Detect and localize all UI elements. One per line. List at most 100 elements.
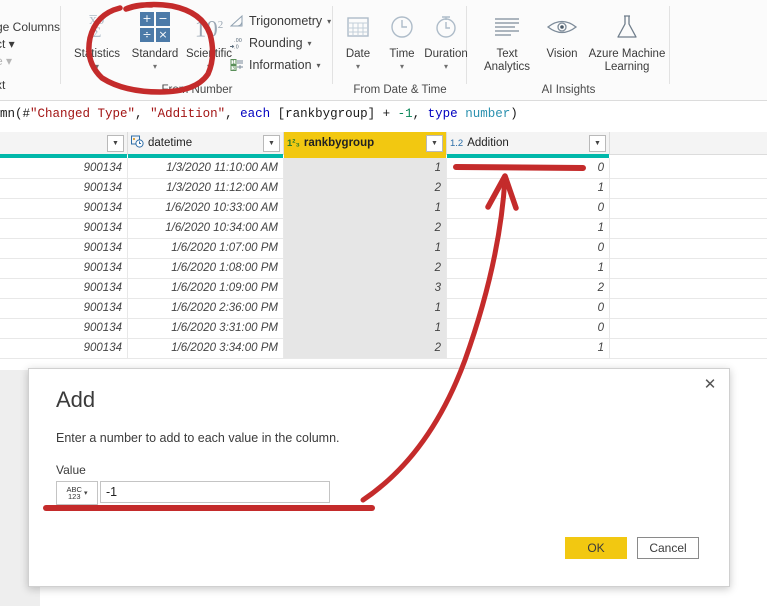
cell-datetime[interactable]: 1/3/2020 11:10:00 AM	[128, 158, 284, 178]
cell-rankbygroup[interactable]: 3	[284, 278, 447, 298]
cell-index[interactable]: 900134	[0, 178, 128, 198]
ribbon: ge Columns ct ▾ e ▾ xt From Number x̅σΣ …	[0, 0, 767, 101]
cell-index[interactable]: 900134	[0, 298, 128, 318]
cell-rankbygroup[interactable]: 1	[284, 158, 447, 178]
rounding-button[interactable]: .00.0 Rounding ▾	[230, 33, 312, 53]
cell-Addition[interactable]: 2	[447, 278, 610, 298]
date-button[interactable]: Date ▾	[336, 6, 380, 72]
azure-machine-learning-button[interactable]: Azure Machine Learning	[586, 6, 668, 74]
table-row[interactable]: 900134 1/6/2020 3:31:00 PM 1 0	[0, 318, 767, 339]
trigonometry-button[interactable]: Trigonometry ▾	[230, 11, 331, 31]
cell-datetime[interactable]: 1/6/2020 2:36:00 PM	[128, 298, 284, 318]
date-caret-icon[interactable]: ▾	[336, 62, 380, 72]
cell-rankbygroup[interactable]: 2	[284, 258, 447, 278]
cell-Addition[interactable]: 0	[447, 198, 610, 218]
value-input[interactable]	[100, 481, 330, 503]
ok-button[interactable]: OK	[565, 537, 627, 559]
cell-datetime[interactable]: 1/6/2020 10:34:00 AM	[128, 218, 284, 238]
cell-datetime[interactable]: 1/6/2020 3:31:00 PM	[128, 318, 284, 338]
column-filter-dropdown-icon[interactable]: ▼	[107, 134, 124, 152]
column-header-label: Addition	[467, 137, 509, 149]
column-header-index[interactable]: ▼	[0, 132, 128, 154]
statistics-button[interactable]: x̅σ Σ Statistics ▾	[64, 6, 130, 72]
op-multiply-icon: ×	[156, 28, 170, 42]
formula-segment-11: number	[465, 107, 511, 121]
clip-select-columns[interactable]: ct ▾	[0, 37, 15, 51]
text-analytics-button[interactable]: Text Analytics	[478, 6, 536, 74]
table-row[interactable]: 900134 1/6/2020 3:34:00 PM 2 1	[0, 338, 767, 359]
cell-Addition[interactable]: 0	[447, 298, 610, 318]
svg-text:.0: .0	[234, 45, 239, 51]
rounding-caret-icon[interactable]: ▾	[308, 39, 312, 48]
cell-index[interactable]: 900134	[0, 318, 128, 338]
column-header-label: datetime	[148, 137, 193, 149]
trigonometry-label: Trigonometry	[249, 14, 323, 28]
cell-index[interactable]: 900134	[0, 258, 128, 278]
cell-rankbygroup[interactable]: 1	[284, 298, 447, 318]
cell-rankbygroup[interactable]: 2	[284, 338, 447, 358]
cell-index[interactable]: 900134	[0, 238, 128, 258]
cell-rankbygroup[interactable]: 1	[284, 198, 447, 218]
data-type-selector[interactable]: ABC 123 ▾	[56, 481, 98, 505]
duration-caret-icon[interactable]: ▾	[424, 62, 468, 72]
cell-Addition[interactable]: 0	[447, 238, 610, 258]
cell-datetime[interactable]: 1/6/2020 3:34:00 PM	[128, 338, 284, 358]
column-header-datetime[interactable]: datetime ▼	[128, 132, 284, 154]
cell-datetime[interactable]: 1/3/2020 11:12:00 AM	[128, 178, 284, 198]
column-header-Addition[interactable]: 1.2 Addition ▼	[447, 132, 610, 154]
time-button[interactable]: Time ▾	[380, 6, 424, 72]
cell-datetime[interactable]: 1/6/2020 10:33:00 AM	[128, 198, 284, 218]
cell-index[interactable]: 900134	[0, 338, 128, 358]
trigonometry-caret-icon[interactable]: ▾	[327, 17, 331, 26]
cell-Addition[interactable]: 0	[447, 158, 610, 178]
table-row[interactable]: 900134 1/3/2020 11:10:00 AM 1 0	[0, 158, 767, 179]
formula-bar[interactable]: mn(#"Changed Type", "Addition", each [ra…	[0, 101, 767, 133]
text-analytics-icon	[478, 6, 536, 48]
information-button[interactable]: 13 Information ▾	[230, 55, 321, 75]
time-caret-icon[interactable]: ▾	[380, 62, 424, 72]
cell-rankbygroup[interactable]: 2	[284, 218, 447, 238]
statistics-caret-icon[interactable]: ▾	[64, 62, 130, 72]
vision-button[interactable]: Vision	[538, 6, 586, 61]
cell-rankbygroup[interactable]: 2	[284, 178, 447, 198]
cell-index[interactable]: 900134	[0, 218, 128, 238]
cell-datetime[interactable]: 1/6/2020 1:08:00 PM	[128, 258, 284, 278]
table-row[interactable]: 900134 1/6/2020 2:36:00 PM 1 0	[0, 298, 767, 319]
close-icon[interactable]: ✕	[697, 373, 723, 395]
table-row[interactable]: 900134 1/3/2020 11:12:00 AM 2 1	[0, 178, 767, 199]
information-label: Information	[249, 58, 312, 72]
column-filter-dropdown-icon[interactable]: ▼	[589, 134, 606, 152]
ribbon-separator-2	[332, 6, 333, 84]
information-caret-icon[interactable]: ▾	[317, 61, 321, 70]
cell-rankbygroup[interactable]: 1	[284, 318, 447, 338]
grid-header-row: ▼ datetime ▼ 1²₃ rankbygroup ▼ 1.2 Addition ▼	[0, 132, 767, 155]
cell-index[interactable]: 900134	[0, 158, 128, 178]
cell-datetime[interactable]: 1/6/2020 1:07:00 PM	[128, 238, 284, 258]
table-row[interactable]: 900134 1/6/2020 1:08:00 PM 2 1	[0, 258, 767, 279]
cell-index[interactable]: 900134	[0, 278, 128, 298]
cell-datetime[interactable]: 1/6/2020 1:09:00 PM	[128, 278, 284, 298]
column-header-rankbygroup[interactable]: 1²₃ rankbygroup ▼	[284, 132, 447, 154]
cell-index[interactable]: 900134	[0, 198, 128, 218]
op-divide-icon: ÷	[140, 28, 154, 42]
cancel-button[interactable]: Cancel	[637, 537, 699, 559]
clip-remove-columns[interactable]: e ▾	[0, 54, 12, 68]
column-type-icon: 1.2	[450, 137, 464, 149]
cell-Addition[interactable]: 1	[447, 178, 610, 198]
formula-text[interactable]: mn(#"Changed Type", "Addition", each [ra…	[0, 107, 518, 121]
cell-Addition[interactable]: 1	[447, 338, 610, 358]
chevron-down-icon[interactable]: ▾	[84, 489, 88, 497]
cell-Addition[interactable]: 1	[447, 258, 610, 278]
column-filter-dropdown-icon[interactable]: ▼	[263, 134, 280, 152]
cell-Addition[interactable]: 1	[447, 218, 610, 238]
table-row[interactable]: 900134 1/6/2020 1:09:00 PM 3 2	[0, 278, 767, 299]
table-row[interactable]: 900134 1/6/2020 10:33:00 AM 1 0	[0, 198, 767, 219]
table-row[interactable]: 900134 1/6/2020 1:07:00 PM 1 0	[0, 238, 767, 259]
column-filter-dropdown-icon[interactable]: ▼	[426, 134, 443, 152]
clip-manage-columns[interactable]: ge Columns	[0, 20, 60, 34]
table-row[interactable]: 900134 1/6/2020 10:34:00 AM 2 1	[0, 218, 767, 239]
cell-Addition[interactable]: 0	[447, 318, 610, 338]
clip-from-text[interactable]: xt	[0, 78, 5, 92]
duration-button[interactable]: Duration ▾	[424, 6, 468, 72]
cell-rankbygroup[interactable]: 1	[284, 238, 447, 258]
